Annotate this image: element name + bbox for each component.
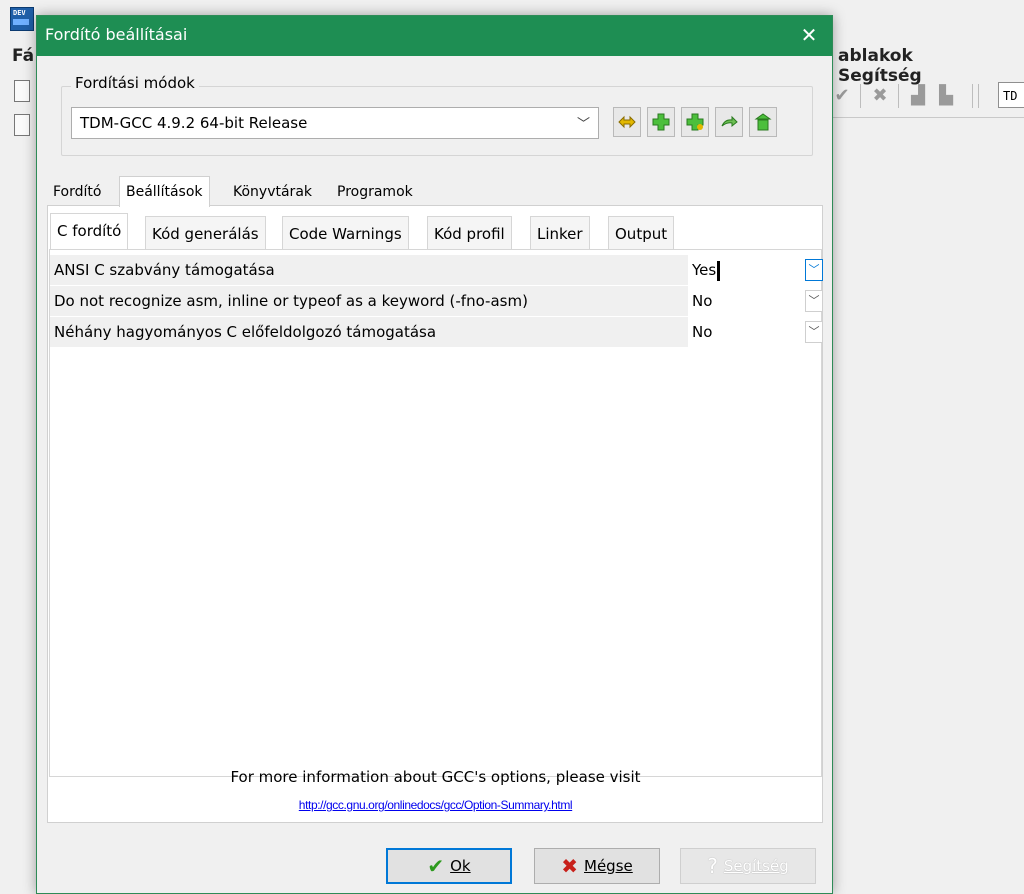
tool-icon[interactable]: [14, 114, 30, 136]
export-icon: [721, 115, 738, 128]
tab-directories[interactable]: Könyvtárak: [227, 179, 318, 205]
subtab-code-profiling[interactable]: Kód profil: [427, 216, 512, 250]
add-icon: [652, 113, 670, 131]
gcc-options-link[interactable]: http://gcc.gnu.org/onlinedocs/gcc/Option…: [37, 798, 834, 812]
check-icon[interactable]: ✔: [832, 86, 852, 106]
add-copy-icon: [686, 113, 704, 131]
menu-file-partial[interactable]: Fá: [12, 46, 34, 66]
toolbar: ✔ ✖ ▟ ▙ TD: [832, 78, 1024, 114]
ok-button[interactable]: ✔ Ok: [386, 848, 512, 884]
rename-icon: [618, 115, 636, 129]
delete-icon[interactable]: ✖: [870, 86, 890, 106]
option-value-field[interactable]: Yes: [692, 255, 721, 285]
delete-set-button[interactable]: [749, 107, 777, 137]
add-button[interactable]: [647, 107, 675, 137]
text-caret: [717, 260, 721, 281]
question-icon: ?: [707, 854, 718, 878]
add-copy-button[interactable]: [681, 107, 709, 137]
chevron-down-icon[interactable]: ﹀: [805, 290, 823, 312]
app-icon: DEV: [10, 7, 34, 31]
option-value-field[interactable]: No: [692, 286, 712, 316]
subtab-linker[interactable]: Linker: [530, 216, 590, 250]
cancel-button[interactable]: ✖ Mégse: [534, 848, 660, 884]
compiler-set-value: TDM-GCC 4.9.2 64-bit Release: [80, 114, 308, 132]
option-row: Néhány hagyományos C előfeldolgozó támog…: [50, 317, 823, 347]
checkmark-icon: ✔: [427, 854, 445, 878]
tab-settings[interactable]: Beállítások: [119, 176, 210, 207]
modes-group-label: Fordítási módok: [71, 74, 199, 92]
left-toolbar: [14, 80, 36, 150]
chart2-icon[interactable]: ▙: [936, 86, 956, 106]
option-label: Do not recognize asm, inline or typeof a…: [50, 286, 688, 316]
subtab-output[interactable]: Output: [608, 216, 675, 250]
option-label: ANSI C szabvány támogatása: [50, 255, 688, 285]
export-button[interactable]: [715, 107, 743, 137]
chart-icon[interactable]: ▟: [908, 86, 928, 106]
option-label: Néhány hagyományos C előfeldolgozó támog…: [50, 317, 688, 347]
option-value-field[interactable]: No: [692, 317, 712, 347]
option-row: ANSI C szabvány támogatása Yes ﹀: [50, 255, 823, 285]
subtab-c-compiler[interactable]: C fordító: [50, 213, 129, 250]
chevron-down-icon: ﹀: [576, 117, 590, 132]
x-icon: ✖: [561, 854, 578, 878]
subtab-code-warnings[interactable]: Code Warnings: [282, 216, 409, 250]
tab-programs[interactable]: Programok: [331, 179, 419, 205]
close-icon[interactable]: ✕: [796, 22, 822, 48]
compiler-set-select[interactable]: TDM-GCC 4.9.2 64-bit Release ﹀: [71, 107, 599, 139]
option-row: Do not recognize asm, inline or typeof a…: [50, 286, 823, 316]
compiler-combo[interactable]: TD: [998, 82, 1024, 108]
menu-windows[interactable]: ablakok: [838, 46, 913, 66]
info-text: For more information about GCC's options…: [230, 768, 641, 786]
compiler-options-dialog: Fordító beállításai ✕ Fordítási módok TD…: [36, 15, 833, 894]
help-button[interactable]: ? Segítség: [680, 848, 816, 884]
title-bar[interactable]: Fordító beállításai ✕: [37, 16, 832, 56]
rename-button[interactable]: [613, 107, 641, 137]
delete-icon: [754, 113, 772, 131]
chevron-down-icon[interactable]: ﹀: [805, 259, 823, 281]
chevron-down-icon[interactable]: ﹀: [805, 321, 823, 343]
new-file-icon[interactable]: [14, 80, 30, 102]
subtab-code-generation[interactable]: Kód generálás: [145, 216, 266, 250]
dialog-title: Fordító beállításai: [45, 25, 188, 44]
tab-compiler[interactable]: Fordító: [47, 179, 107, 205]
